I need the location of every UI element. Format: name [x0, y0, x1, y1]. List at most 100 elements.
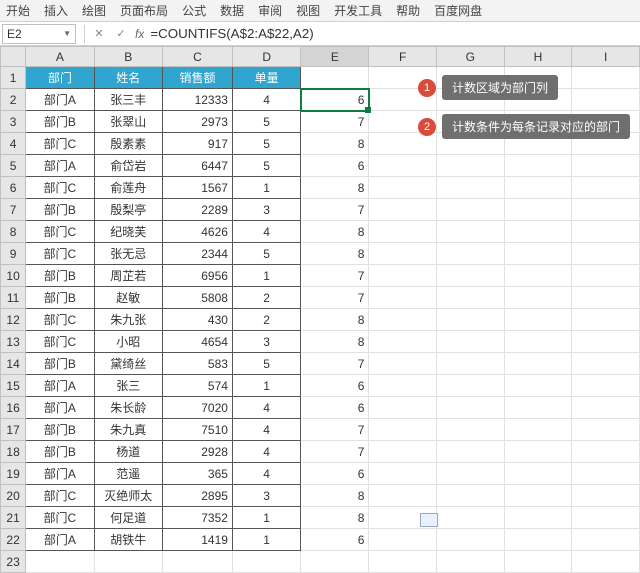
row-header[interactable]: 22: [1, 529, 26, 551]
cell[interactable]: 7352: [163, 507, 233, 529]
cell[interactable]: [369, 441, 437, 463]
cell[interactable]: 5: [232, 243, 300, 265]
cell[interactable]: 1567: [163, 177, 233, 199]
cell[interactable]: 小昭: [94, 331, 162, 353]
row-header[interactable]: 7: [1, 199, 26, 221]
cell[interactable]: 姓名: [94, 67, 162, 89]
cell[interactable]: 黛绮丝: [94, 353, 162, 375]
cell[interactable]: 部门C: [26, 177, 94, 199]
cell[interactable]: [369, 177, 437, 199]
cell[interactable]: [369, 353, 437, 375]
cell[interactable]: [437, 485, 505, 507]
ribbon-tab[interactable]: 页面布局: [120, 2, 168, 19]
cell[interactable]: 1: [232, 507, 300, 529]
cell[interactable]: [369, 199, 437, 221]
cell[interactable]: [369, 265, 437, 287]
cell[interactable]: 杨道: [94, 441, 162, 463]
cell[interactable]: 574: [163, 375, 233, 397]
name-box[interactable]: E2 ▼: [2, 24, 76, 44]
ribbon-tab[interactable]: 公式: [182, 2, 206, 19]
cell[interactable]: 4: [232, 221, 300, 243]
row-header[interactable]: 8: [1, 221, 26, 243]
cell[interactable]: [504, 353, 572, 375]
cell[interactable]: 3: [232, 485, 300, 507]
column-header[interactable]: E: [301, 47, 369, 67]
column-header[interactable]: F: [369, 47, 437, 67]
ribbon-tab[interactable]: 审阅: [258, 2, 282, 19]
cell[interactable]: 2344: [163, 243, 233, 265]
cell[interactable]: [504, 265, 572, 287]
cell[interactable]: [504, 199, 572, 221]
cell[interactable]: [572, 309, 640, 331]
cell[interactable]: 殷素素: [94, 133, 162, 155]
cell[interactable]: [437, 375, 505, 397]
cell[interactable]: [572, 243, 640, 265]
cell[interactable]: [301, 551, 369, 573]
cell[interactable]: 8: [301, 309, 369, 331]
row-header[interactable]: 2: [1, 89, 26, 111]
cell[interactable]: 部门B: [26, 441, 94, 463]
cell[interactable]: 8: [301, 133, 369, 155]
cell[interactable]: 部门C: [26, 309, 94, 331]
cell[interactable]: [369, 309, 437, 331]
ribbon-tab[interactable]: 开始: [6, 2, 30, 19]
cell[interactable]: [437, 551, 505, 573]
cell[interactable]: [504, 221, 572, 243]
cell[interactable]: 朱九真: [94, 419, 162, 441]
cell[interactable]: 部门C: [26, 485, 94, 507]
ribbon-tab[interactable]: 百度网盘: [434, 2, 482, 19]
cell[interactable]: [572, 375, 640, 397]
cell[interactable]: [504, 309, 572, 331]
row-header[interactable]: 23: [1, 551, 26, 573]
cell[interactable]: 4: [232, 419, 300, 441]
cell[interactable]: 部门A: [26, 529, 94, 551]
cell[interactable]: [572, 221, 640, 243]
cell[interactable]: [232, 551, 300, 573]
cell[interactable]: [504, 419, 572, 441]
cell[interactable]: [572, 155, 640, 177]
chevron-down-icon[interactable]: ▼: [63, 29, 71, 38]
cell[interactable]: 部门A: [26, 375, 94, 397]
cell[interactable]: 6: [301, 397, 369, 419]
cell[interactable]: [572, 199, 640, 221]
column-header[interactable]: B: [94, 47, 162, 67]
ribbon-tab[interactable]: 帮助: [396, 2, 420, 19]
cell[interactable]: 周芷若: [94, 265, 162, 287]
cell[interactable]: 4626: [163, 221, 233, 243]
cell[interactable]: [369, 155, 437, 177]
cell[interactable]: [504, 331, 572, 353]
cell[interactable]: 6: [301, 529, 369, 551]
cell[interactable]: [437, 463, 505, 485]
cell[interactable]: 4: [232, 89, 300, 111]
cell[interactable]: 7: [301, 111, 369, 133]
cell[interactable]: 范遥: [94, 463, 162, 485]
cell[interactable]: 部门B: [26, 111, 94, 133]
ribbon-tab[interactable]: 数据: [220, 2, 244, 19]
cell[interactable]: 6: [301, 463, 369, 485]
cell[interactable]: 部门C: [26, 133, 94, 155]
cell[interactable]: 5: [232, 353, 300, 375]
cell[interactable]: [437, 353, 505, 375]
cell[interactable]: 2973: [163, 111, 233, 133]
row-header[interactable]: 4: [1, 133, 26, 155]
ribbon-tab[interactable]: 视图: [296, 2, 320, 19]
ribbon-tab[interactable]: 绘图: [82, 2, 106, 19]
cell[interactable]: 俞莲舟: [94, 177, 162, 199]
cell[interactable]: 5: [232, 155, 300, 177]
cell[interactable]: 部门B: [26, 287, 94, 309]
cell[interactable]: 8: [301, 221, 369, 243]
row-header[interactable]: 1: [1, 67, 26, 89]
cell[interactable]: [572, 463, 640, 485]
cell[interactable]: [369, 287, 437, 309]
cell[interactable]: 7: [301, 287, 369, 309]
cell[interactable]: [572, 441, 640, 463]
cell[interactable]: 2: [232, 287, 300, 309]
cell[interactable]: [437, 441, 505, 463]
cell[interactable]: [437, 309, 505, 331]
formula-input[interactable]: [144, 26, 640, 41]
cell[interactable]: 7: [301, 265, 369, 287]
select-all-corner[interactable]: [1, 47, 26, 67]
cell[interactable]: [437, 529, 505, 551]
cell[interactable]: [437, 287, 505, 309]
cell[interactable]: 5: [232, 111, 300, 133]
